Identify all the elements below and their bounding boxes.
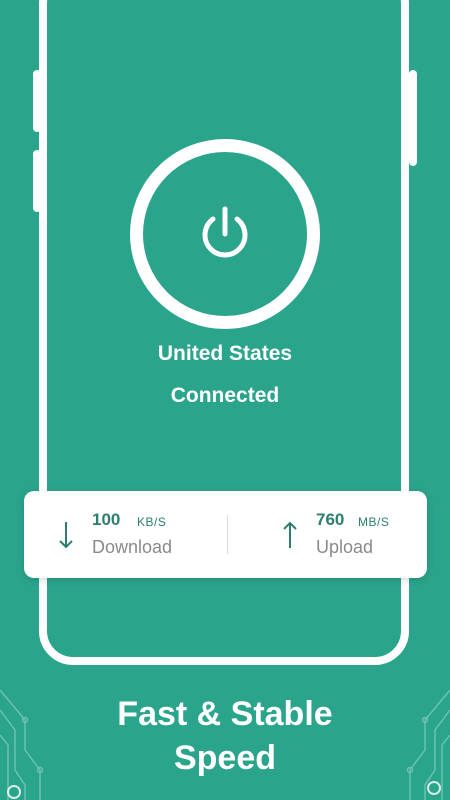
download-speed-unit: KB/S [137, 515, 167, 529]
promo-headline-line2: Speed [173, 739, 277, 777]
promo-headline: Fast & Stable Speed [0, 692, 450, 780]
phone-side-button [33, 70, 41, 132]
connection-status: Connected [170, 384, 280, 407]
download-speed-value: 100 [92, 510, 121, 529]
speed-divider [227, 515, 228, 554]
arrow-down-icon [59, 522, 73, 549]
connect-power-button[interactable] [130, 139, 320, 329]
download-label: Download [92, 537, 173, 557]
phone-side-button [409, 70, 417, 166]
upload-speed-unit: MB/S [358, 515, 390, 529]
arrow-up-icon [283, 521, 297, 548]
phone-side-button [33, 150, 41, 212]
promo-headline-line1: Fast & Stable [117, 695, 333, 733]
server-location: United States [157, 342, 293, 365]
upload-speed-value: 760 [316, 510, 345, 529]
upload-label: Upload [316, 537, 374, 557]
speed-card: 100 KB/S Download 760 MB/S Upload [24, 491, 427, 578]
power-icon [202, 206, 248, 258]
